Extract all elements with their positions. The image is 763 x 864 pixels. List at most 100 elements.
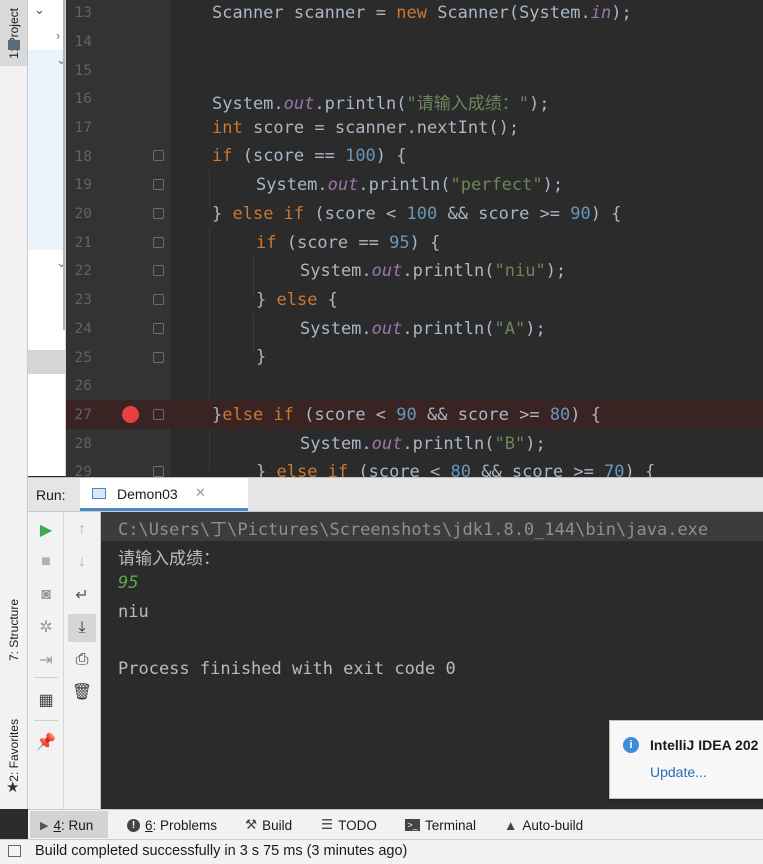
close-icon[interactable]: ✕ <box>195 485 206 501</box>
tool-tab-todo[interactable]: ☰ TODO <box>321 815 377 835</box>
terminal-icon: >_ <box>405 819 420 831</box>
arrow-down-icon[interactable]: ↓ <box>70 550 94 574</box>
toolbar-divider <box>34 720 58 721</box>
code-line-18: if (score == 100) { <box>212 146 407 166</box>
rerun-play-icon[interactable]: ▶ <box>34 518 58 542</box>
line-number: 23 <box>74 292 92 308</box>
star-icon: ★ <box>6 779 20 796</box>
hammer-icon: ⚒ <box>245 817 258 832</box>
arrow-up-icon[interactable]: ↑ <box>70 518 94 542</box>
favorites-tab-label: 2: Favorites <box>6 718 21 782</box>
run-tab-text: : Run <box>60 817 94 833</box>
code-line-13: Scanner scanner = new Scanner(System.in)… <box>212 3 632 23</box>
code-line-23: } else { <box>256 290 338 310</box>
tool-tab-problems[interactable]: ! 6: Problems <box>127 815 217 835</box>
fold-marker[interactable] <box>153 150 164 161</box>
line-number: 13 <box>74 5 92 21</box>
run-mnemonic: 4 <box>53 817 61 833</box>
todo-tab-text: TODO <box>338 817 377 833</box>
console-line-prompt: 请输入成绩： <box>118 549 220 569</box>
line-number: 22 <box>74 263 92 279</box>
line-number: 28 <box>74 436 92 452</box>
tool-tab-auto-build[interactable]: ▲ Auto-build <box>504 815 583 835</box>
run-panel-header: Run: Demon03 ✕ <box>28 477 763 512</box>
update-link[interactable]: Update... <box>650 764 707 780</box>
layout-icon[interactable]: ▦ <box>34 688 58 712</box>
code-line-16: System.out.println("请输入成绩："); <box>212 94 550 114</box>
run-tab-demon03[interactable]: Demon03 ✕ <box>80 478 248 511</box>
line-number: 24 <box>74 321 92 337</box>
indent-guide <box>253 314 254 354</box>
left-tool-strip: 1: Project 7: Structure 2: Favorites ★ <box>0 0 28 809</box>
play-icon: ▶ <box>40 819 49 832</box>
line-number: 21 <box>74 235 92 251</box>
structure-tool-tab[interactable]: 7: Structure <box>0 575 27 685</box>
line-number: 14 <box>74 34 92 50</box>
console-line-input: 95 <box>118 573 139 593</box>
line-number: 26 <box>74 378 92 394</box>
status-text: Build completed successfully in 3 s 75 m… <box>35 843 408 859</box>
console-line-command: C:\Users\丁\Pictures\Screenshots\jdk1.8.0… <box>118 520 709 540</box>
line-number: 20 <box>74 206 92 222</box>
code-line-17: int score = scanner.nextInt(); <box>212 118 520 138</box>
project-panel[interactable]: ⌄ › ⌄ ⌄ <box>28 0 67 476</box>
tool-tab-terminal[interactable]: >_ Terminal <box>405 815 476 835</box>
indent-guide <box>209 430 210 470</box>
run-toolbar-secondary: ↑ ↓ ↵ ⤓ ⎙ 🗑 <box>64 512 101 809</box>
code-line-27: }else if (score < 90 && score >= 80) { <box>212 405 602 425</box>
folder-icon <box>8 40 20 50</box>
info-icon: i <box>623 737 639 753</box>
problems-icon: ! <box>127 818 140 832</box>
line-number: 27 <box>74 407 92 423</box>
code-line-28: System.out.println("B"); <box>300 434 546 454</box>
fold-marker[interactable] <box>153 323 164 334</box>
tree-scrollbar[interactable] <box>28 0 65 330</box>
update-notification[interactable]: i IntelliJ IDEA 202 Update... <box>609 720 763 799</box>
pin-icon[interactable]: 📌 <box>34 730 58 754</box>
fold-marker[interactable] <box>153 352 164 363</box>
code-line-19: System.out.println("perfect"); <box>256 175 564 195</box>
code-line-21: if (score == 95) { <box>256 233 441 253</box>
breakpoint-icon[interactable] <box>122 406 139 423</box>
scroll-to-end-icon[interactable]: ⤓ <box>68 614 96 642</box>
fold-marker[interactable] <box>153 409 164 420</box>
camera-icon[interactable]: ◙ <box>34 583 58 607</box>
fold-marker[interactable] <box>153 208 164 219</box>
fold-marker[interactable] <box>153 237 164 248</box>
status-bar: Build completed successfully in 3 s 75 m… <box>0 839 763 864</box>
console-line-output: niu <box>118 602 149 622</box>
tool-tab-run[interactable]: ▶ 4: Run <box>40 815 93 835</box>
line-number: 17 <box>74 120 92 136</box>
code-line-24: System.out.println("A"); <box>300 319 546 339</box>
run-tab-label: Demon03 <box>117 486 178 502</box>
line-number: 25 <box>74 350 92 366</box>
project-tool-tab[interactable]: 1: Project <box>0 0 27 66</box>
print-icon[interactable]: ⎙ <box>70 648 94 672</box>
run-toolbar-primary: ▶ ■ ◙ ✲ ⇥ ▦ 📌 <box>28 512 64 809</box>
trash-icon[interactable]: 🗑 <box>70 680 94 704</box>
todo-icon: ☰ <box>321 817 334 832</box>
structure-tab-label: 7: Structure <box>6 598 21 662</box>
code-line-20: } else if (score < 100 && score >= 90) { <box>212 204 622 224</box>
login-icon[interactable]: ⇥ <box>34 648 58 672</box>
selected-tree-row[interactable] <box>28 350 65 374</box>
project-tab-label: 1: Project <box>6 7 21 59</box>
indent-guide <box>209 228 210 398</box>
tool-windows-icon[interactable] <box>8 845 21 857</box>
settings-gear-icon[interactable]: ✲ <box>34 615 58 639</box>
soft-wrap-icon[interactable]: ↵ <box>70 583 94 607</box>
fold-marker[interactable] <box>153 466 164 477</box>
application-icon <box>92 488 106 499</box>
code-line-25: } <box>256 347 267 367</box>
line-number: 18 <box>74 149 92 165</box>
line-number: 16 <box>74 91 92 107</box>
fold-marker[interactable] <box>153 265 164 276</box>
notification-title: IntelliJ IDEA 202 <box>650 737 759 753</box>
fold-marker[interactable] <box>153 179 164 190</box>
stop-icon[interactable]: ■ <box>34 550 58 574</box>
fold-marker[interactable] <box>153 294 164 305</box>
console-line-exit: Process finished with exit code 0 <box>118 659 456 679</box>
line-number: 19 <box>74 177 92 193</box>
terminal-tab-text: Terminal <box>425 817 477 833</box>
tool-tab-build[interactable]: ⚒ Build <box>245 815 292 835</box>
